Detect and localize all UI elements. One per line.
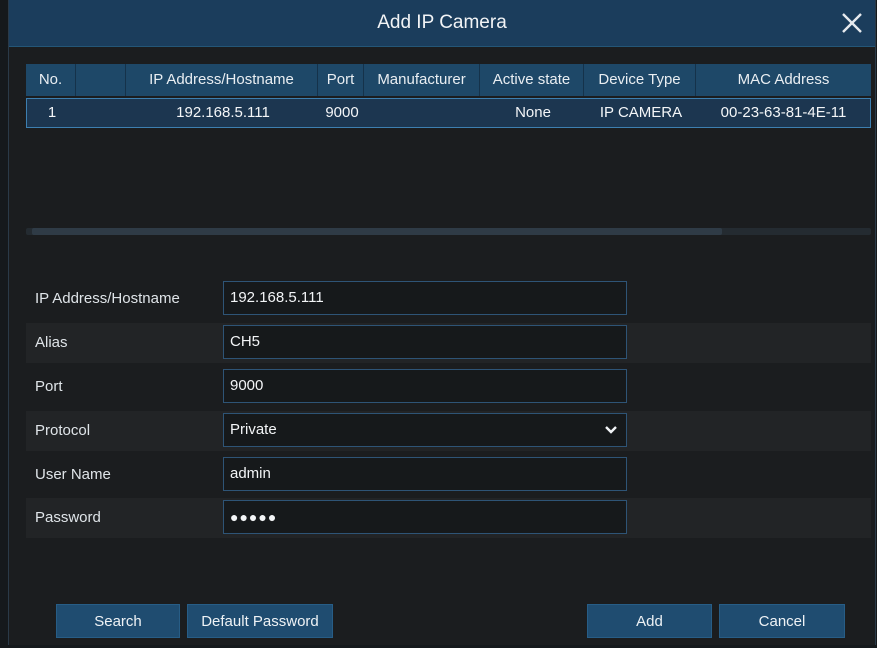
scrollbar-thumb[interactable] bbox=[32, 228, 722, 235]
port-label: Port bbox=[35, 378, 63, 395]
chevron-down-icon bbox=[605, 426, 617, 434]
search-button[interactable]: Search bbox=[56, 604, 180, 638]
ip-address-field[interactable]: 192.168.5.111 bbox=[223, 281, 627, 315]
username-field[interactable]: admin bbox=[223, 457, 627, 491]
username-label: User Name bbox=[35, 466, 111, 483]
add-ip-camera-dialog: Add IP Camera No. IP Address/Hostname Po… bbox=[8, 0, 876, 645]
close-icon bbox=[842, 13, 862, 33]
add-button[interactable]: Add bbox=[587, 604, 712, 638]
col-header-port[interactable]: Port bbox=[318, 64, 364, 96]
col-header-ip[interactable]: IP Address/Hostname bbox=[126, 64, 318, 96]
table-header: No. IP Address/Hostname Port Manufacture… bbox=[26, 64, 871, 96]
close-button[interactable] bbox=[835, 6, 869, 40]
form-row-password: Password ●●●●● bbox=[26, 498, 871, 538]
cell-device-type: IP CAMERA bbox=[599, 104, 683, 121]
protocol-selected-value: Private bbox=[230, 421, 277, 438]
form-row-username: User Name admin bbox=[26, 455, 871, 495]
col-header-active-state[interactable]: Active state bbox=[480, 64, 584, 96]
password-label: Password bbox=[35, 509, 101, 526]
cell-ip: 192.168.5.111 bbox=[176, 104, 270, 121]
form-row-protocol: Protocol Private bbox=[26, 411, 871, 451]
col-header-manufacturer[interactable]: Manufacturer bbox=[364, 64, 480, 96]
port-field[interactable]: 9000 bbox=[223, 369, 627, 403]
protocol-label: Protocol bbox=[35, 422, 91, 439]
col-header-no[interactable]: No. bbox=[26, 64, 76, 96]
horizontal-scrollbar[interactable] bbox=[26, 228, 871, 235]
table-row[interactable]: 1 192.168.5.111 9000 None IP CAMERA 00-2… bbox=[26, 98, 871, 128]
col-header-select[interactable] bbox=[76, 64, 126, 96]
alias-label: Alias bbox=[35, 334, 68, 351]
protocol-select[interactable]: Private bbox=[223, 413, 627, 447]
title-bar: Add IP Camera bbox=[9, 0, 875, 47]
col-header-mac[interactable]: MAC Address bbox=[696, 64, 871, 96]
password-field[interactable]: ●●●●● bbox=[223, 500, 627, 534]
form-row-alias: Alias CH5 bbox=[26, 323, 871, 363]
cell-port: 9000 bbox=[325, 104, 359, 121]
default-password-button[interactable]: Default Password bbox=[187, 604, 333, 638]
dialog-title: Add IP Camera bbox=[377, 12, 507, 33]
form-row-port: Port 9000 bbox=[26, 367, 871, 407]
form-row-ip: IP Address/Hostname 192.168.5.111 bbox=[26, 279, 871, 319]
cell-manufacturer bbox=[365, 99, 481, 127]
col-header-device-type[interactable]: Device Type bbox=[584, 64, 696, 96]
device-table: No. IP Address/Hostname Port Manufacture… bbox=[26, 64, 871, 244]
alias-field[interactable]: CH5 bbox=[223, 325, 627, 359]
cancel-button[interactable]: Cancel bbox=[719, 604, 845, 638]
ip-address-label: IP Address/Hostname bbox=[35, 290, 180, 307]
cell-no: 1 bbox=[47, 104, 57, 121]
cell-mac: 00-23-63-81-4E-11 bbox=[720, 104, 847, 121]
cell-active-state: None bbox=[515, 104, 551, 121]
